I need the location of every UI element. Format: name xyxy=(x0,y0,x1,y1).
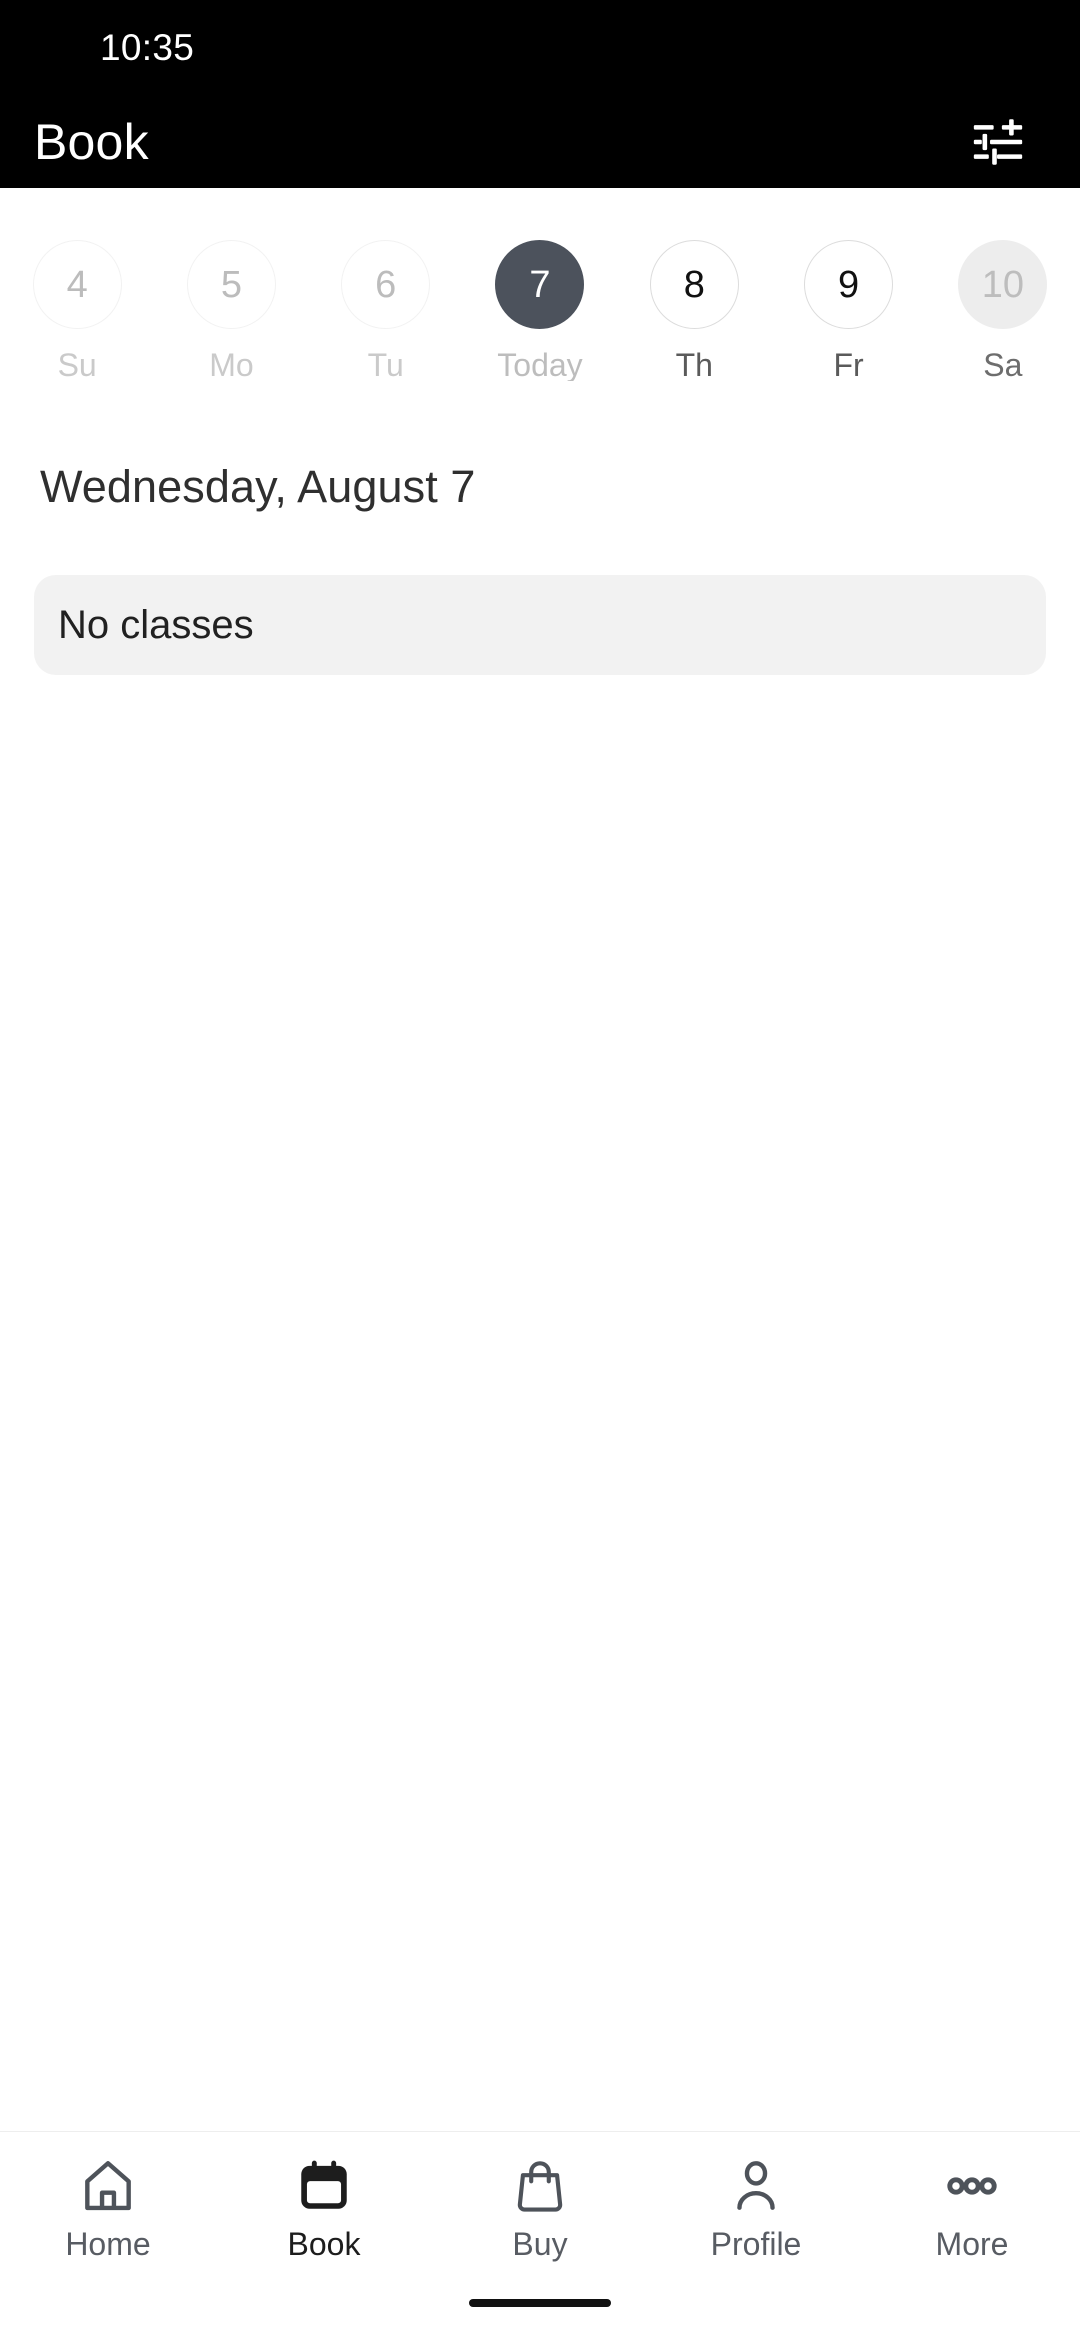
gesture-home-indicator[interactable] xyxy=(469,2299,611,2307)
date-circle: 9 xyxy=(804,240,894,329)
status-bar-time: 10:35 xyxy=(100,27,195,68)
date-cell-9[interactable]: 9 Fr xyxy=(771,240,925,381)
date-circle-selected: 7 xyxy=(495,240,585,329)
selected-date-heading: Wednesday, August 7 xyxy=(40,461,476,512)
nav-item-more[interactable]: More xyxy=(864,2154,1080,2260)
date-day-label: Tu xyxy=(367,347,404,383)
date-circle: 10 xyxy=(958,240,1048,329)
page-title: Book xyxy=(34,114,149,170)
nav-item-profile[interactable]: Profile xyxy=(648,2154,864,2260)
nav-label: Home xyxy=(65,2226,151,2262)
system-gesture-area xyxy=(0,2266,1080,2340)
date-circle: 4 xyxy=(32,240,122,329)
calendar-icon xyxy=(293,2154,355,2218)
date-cell-6[interactable]: 6 Tu xyxy=(309,240,463,381)
tune-filter-icon[interactable] xyxy=(962,106,1034,178)
date-day-label: Mo xyxy=(209,347,254,383)
date-cell-4[interactable]: 4 Su xyxy=(0,240,154,381)
nav-item-book[interactable]: Book xyxy=(216,2154,432,2260)
bottom-navigation-bar: Home Book Buy Profile More xyxy=(0,2131,1080,2266)
no-classes-text: No classes xyxy=(58,602,254,647)
date-strip: 4 Su 5 Mo 6 Tu 7 Today 8 Th 9 Fr 10 Sa xyxy=(0,188,1080,381)
person-icon xyxy=(725,2154,787,2218)
date-cell-10[interactable]: 10 Sa xyxy=(926,240,1080,381)
date-day-label: Fr xyxy=(833,347,864,383)
nav-item-buy[interactable]: Buy xyxy=(432,2154,648,2260)
nav-label: Buy xyxy=(512,2226,568,2262)
date-circle: 6 xyxy=(341,240,431,329)
date-cell-7-today-selected[interactable]: 7 Today xyxy=(463,240,617,381)
status-bar: 10:35 xyxy=(0,0,1080,96)
date-day-label: Today xyxy=(497,347,583,383)
date-cell-8[interactable]: 8 Th xyxy=(617,240,771,381)
app-root: 10:35 Book 4 Su 5 Mo 6 Tu 7 Today 8 Th 9… xyxy=(0,0,1080,2340)
date-day-label: Th xyxy=(675,347,713,383)
date-circle: 5 xyxy=(186,240,276,329)
main-content: Wednesday, August 7 No classes xyxy=(0,381,1080,2131)
app-bar: Book xyxy=(0,96,1080,188)
more-dots-icon xyxy=(941,2154,1003,2218)
home-icon xyxy=(77,2154,139,2218)
date-day-label: Sa xyxy=(983,347,1023,383)
no-classes-card: No classes xyxy=(34,575,1046,675)
date-day-label: Su xyxy=(57,347,97,383)
shopping-bag-icon xyxy=(509,2154,571,2218)
date-circle: 8 xyxy=(649,240,739,329)
nav-label: Profile xyxy=(710,2226,802,2262)
nav-item-home[interactable]: Home xyxy=(0,2154,216,2260)
date-cell-5[interactable]: 5 Mo xyxy=(154,240,308,381)
nav-label: More xyxy=(935,2226,1009,2262)
top-black-block: 10:35 Book xyxy=(0,0,1080,188)
nav-label: Book xyxy=(287,2226,361,2262)
